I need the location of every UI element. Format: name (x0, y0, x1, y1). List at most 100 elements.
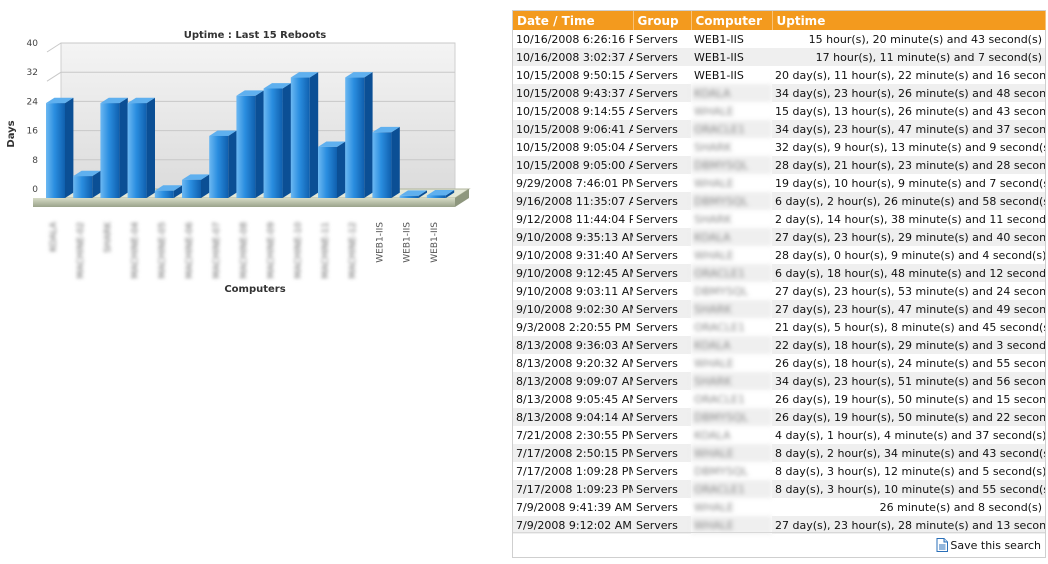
bar-side (337, 141, 346, 198)
reboot-history-grid: Date / Time Group Computer Uptime 10/16/… (512, 10, 1046, 558)
bar[interactable] (127, 97, 155, 198)
table-row: 9/12/2008 11:44:04 PM Servers SHARK 2 day(s… (513, 210, 1045, 228)
bar-side (309, 72, 319, 198)
save-search-label: Save this search (950, 538, 1041, 552)
cell-computer: WHALE (694, 104, 734, 118)
x-tick-label: WEB1-IIS (403, 222, 413, 263)
bar[interactable] (182, 174, 210, 198)
bar[interactable] (46, 97, 74, 198)
table-row: 9/29/2008 7:46:01 PM Servers WHALE 19 day(s… (513, 174, 1045, 192)
cell-uptime: 15 day(s), 13 hour(s), 26 minute(s) and … (775, 104, 1045, 118)
x-tick-label: WEB1-IIS (375, 222, 385, 263)
cell-uptime: 19 day(s), 10 hour(s), 9 minute(s) and 7… (775, 176, 1045, 190)
column-header-uptime[interactable]: Uptime (772, 11, 1046, 30)
cell-group: Servers (636, 248, 678, 262)
bar-front (399, 195, 419, 198)
cell-group: Servers (633, 300, 691, 318)
cell-group: Servers (636, 104, 678, 118)
table-row: 9/3/2008 2:20:55 PM Servers ORACLE1 21 day(… (513, 318, 1045, 336)
bar-front (209, 135, 229, 198)
cell-date: 8/13/2008 9:09:07 AM (513, 372, 633, 390)
cell-uptime: 26 day(s), 18 hour(s), 24 minute(s) and … (775, 356, 1045, 370)
bar[interactable] (318, 141, 346, 199)
cell-computer: ORACLE1 (691, 264, 772, 282)
cell-uptime: 17 hour(s), 11 minute(s) and 7 second(s) (772, 48, 1045, 66)
column-header-computer[interactable]: Computer (691, 11, 773, 30)
x-tick-label: MACHINE-12 (348, 222, 358, 279)
cell-uptime: 26 minute(s) and 8 second(s) (879, 500, 1042, 514)
cell-uptime: 26 day(s), 19 hour(s), 50 minute(s) and … (775, 392, 1045, 406)
bar[interactable] (100, 97, 128, 198)
uptime-chart: Uptime : Last 15 Reboots Days Computers … (0, 0, 480, 310)
table-row: 7/17/2008 1:09:28 PM Servers DBMYSQL 8 day(… (513, 462, 1045, 480)
cell-group: Servers (636, 212, 678, 226)
table-row: 10/16/2008 3:02:37 AM Servers WEB1-IIS 17 h… (513, 48, 1045, 66)
y-tick-label: 0 (32, 185, 38, 195)
x-tick-label: MACHINE-02 (76, 222, 86, 279)
bar[interactable] (73, 170, 101, 198)
uptime-chart-svg: Uptime : Last 15 Reboots Days Computers … (6, 30, 471, 295)
chart-title: Uptime : Last 15 Reboots (184, 30, 327, 41)
cell-computer: KOALA (691, 84, 772, 102)
column-header-date[interactable]: Date / Time (513, 11, 634, 30)
cell-group: Servers (633, 480, 691, 498)
bar[interactable] (290, 72, 319, 198)
cell-computer: SHARK (691, 300, 772, 318)
cell-group: Servers (633, 192, 691, 210)
cell-group: Servers (636, 140, 678, 154)
cell-uptime: 34 day(s), 23 hour(s), 51 minute(s) and … (772, 372, 1045, 390)
table-row: 9/16/2008 11:35:07 AM Servers DBMYSQL 6 day… (513, 192, 1045, 210)
cell-group: Servers (636, 500, 678, 514)
cell-computer: SHARK (694, 212, 732, 226)
cell-computer: ORACLE1 (694, 320, 745, 334)
cell-date: 9/12/2008 11:44:04 PM (516, 212, 633, 226)
y-tick-label: 24 (27, 97, 39, 107)
cell-computer: ORACLE1 (691, 480, 772, 498)
bar-side (146, 97, 155, 198)
cell-uptime: 28 day(s), 21 hour(s), 23 minute(s) and … (772, 156, 1045, 174)
cell-date: 7/21/2008 2:30:55 PM (516, 428, 633, 442)
table-row: 9/10/2008 9:31:40 AM Servers WHALE 28 day(s… (513, 246, 1045, 264)
cell-computer: KOALA (691, 336, 772, 354)
cell-date: 8/13/2008 9:36:03 AM (513, 336, 633, 354)
table-row: 10/15/2008 9:05:04 AM Servers SHARK 32 day(… (513, 138, 1045, 156)
table-row: 7/21/2008 2:30:55 PM Servers KOALA 4 day(s)… (513, 426, 1045, 444)
x-tick-label: SHARK (103, 221, 113, 253)
cell-date: 10/16/2008 3:02:37 AM (513, 48, 633, 66)
bar[interactable] (209, 130, 237, 198)
cell-uptime: 4 day(s), 1 hour(s), 4 minute(s) and 37 … (775, 428, 1045, 442)
cell-group: Servers (633, 48, 691, 66)
cell-uptime: 27 day(s), 23 hour(s), 53 minute(s) and … (775, 284, 1045, 298)
bar[interactable] (263, 83, 291, 198)
cell-date: 7/9/2008 9:41:39 AM (516, 500, 632, 514)
cell-uptime: 6 day(s), 2 hour(s), 26 minute(s) and 58… (772, 192, 1045, 210)
bar-front (182, 179, 201, 198)
cell-group: Servers (633, 444, 691, 462)
column-header-group[interactable]: Group (633, 11, 692, 30)
table-body: 10/16/2008 6:26:16 PM Servers WEB1-IIS 15 h… (513, 30, 1045, 534)
x-tick-label: MACHINE-05 (158, 222, 168, 279)
cell-computer: WHALE (694, 176, 734, 190)
y-tick-label: 40 (27, 39, 39, 49)
cell-group: Servers (636, 392, 678, 406)
table-row: 7/17/2008 2:50:15 PM Servers WHALE 8 day(s)… (513, 444, 1045, 462)
y-tick-label: 16 (27, 127, 39, 137)
cell-group: Servers (633, 120, 691, 138)
bar-side (65, 97, 74, 198)
chart-plot: 0 8 16 24 32 40 KOALA MACHINE-02 SHARK MACHINE-04… (27, 39, 471, 279)
x-tick-label: MACHINE-08 (239, 222, 249, 279)
cell-date: 10/16/2008 6:26:16 PM (516, 32, 633, 46)
cell-group: Servers (636, 284, 678, 298)
cell-uptime: 28 day(s), 0 hour(s), 9 minute(s) and 4 … (775, 248, 1045, 262)
cell-group: Servers (636, 428, 678, 442)
cell-computer: WEB1-IIS (691, 48, 772, 66)
save-search-link[interactable]: Save this search (936, 538, 1041, 552)
chart-floor-edge (33, 198, 455, 207)
cell-date: 10/15/2008 9:14:55 AM (516, 104, 633, 118)
bar[interactable] (236, 90, 264, 198)
cell-computer: WEB1-IIS (694, 68, 744, 82)
bar[interactable] (345, 72, 373, 198)
cell-uptime: 27 day(s), 23 hour(s), 47 minute(s) and … (772, 300, 1045, 318)
bar[interactable] (372, 126, 400, 198)
bar-front (154, 190, 174, 198)
